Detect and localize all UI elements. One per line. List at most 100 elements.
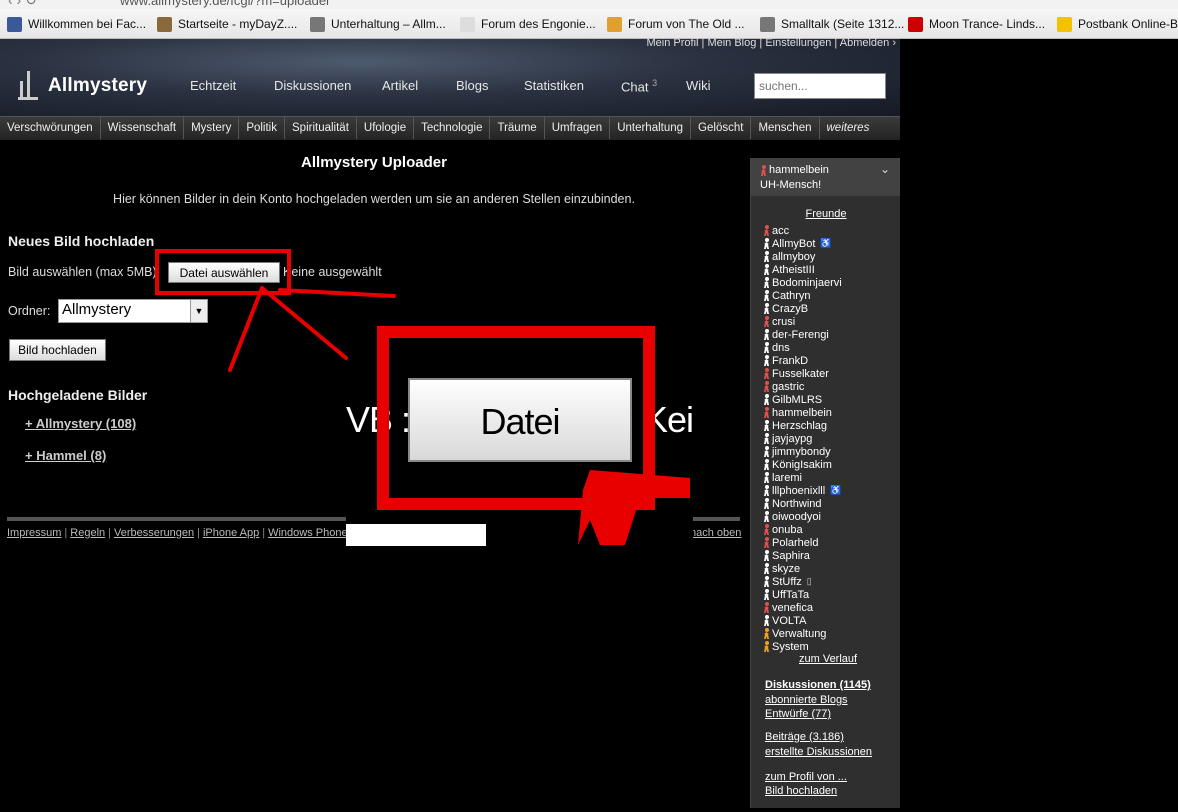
person-icon <box>763 225 770 236</box>
sidebar-link[interactable]: Bild hochladen <box>765 785 837 797</box>
friend-item[interactable]: AllmyBot ♿ <box>763 237 832 250</box>
friend-name: skyze <box>772 562 801 575</box>
friends-title[interactable]: Freunde <box>751 208 901 220</box>
person-icon <box>763 433 770 444</box>
sidebar-link[interactable]: Entwürfe (77) <box>765 708 831 720</box>
friend-item[interactable]: laremi <box>763 471 802 484</box>
history-link[interactable]: zum Verlauf <box>799 653 857 665</box>
friend-item[interactable]: AtheistIII <box>763 263 815 276</box>
friend-name: lllphoenixlll <box>772 484 826 497</box>
person-icon <box>763 459 770 470</box>
friend-name: acc <box>772 224 790 237</box>
friend-name: Northwind <box>772 497 822 510</box>
friend-name: GilbMLRS <box>772 393 823 406</box>
sidebar-link[interactable]: Beiträge (3.186) <box>765 731 844 743</box>
person-icon <box>763 563 770 574</box>
friend-name: AllmyBot <box>772 237 816 250</box>
friend-item[interactable]: UffTaTa <box>763 588 809 601</box>
person-icon <box>763 355 770 366</box>
friend-name: crusi <box>772 315 796 328</box>
chevron-down-icon[interactable]: ⌄ <box>880 162 890 177</box>
annotation-line-3 <box>278 288 396 298</box>
person-icon <box>763 576 770 587</box>
friend-name: gastric <box>772 380 805 393</box>
friend-item[interactable]: onuba <box>763 523 803 536</box>
friend-item[interactable]: Bodominjaervi <box>763 276 842 289</box>
friend-item[interactable]: der-Ferengi <box>763 328 829 341</box>
sidebar-link[interactable]: abonnierte Blogs <box>765 694 848 706</box>
friend-name: laremi <box>772 471 802 484</box>
friend-item[interactable]: lllphoenixlll ♿ <box>763 484 841 497</box>
friend-item[interactable]: FrankD <box>763 354 808 367</box>
sidebar-user-status: UH-Mensch! <box>760 179 822 191</box>
sidebar-link[interactable]: Diskussionen (1145) <box>765 679 871 691</box>
friend-item[interactable]: System <box>763 640 809 653</box>
friend-item[interactable]: Cathryn <box>763 289 811 302</box>
friend-item[interactable]: Herzschlag <box>763 419 827 432</box>
person-icon <box>763 381 770 392</box>
friend-item[interactable]: crusi <box>763 315 795 328</box>
friend-name: hammelbein <box>772 406 832 419</box>
friend-name: VOLTA <box>772 614 807 627</box>
friend-item[interactable]: Polarheld <box>763 536 818 549</box>
person-icon <box>763 498 770 509</box>
friend-item[interactable]: jimmybondy <box>763 445 831 458</box>
friend-item[interactable]: jayjaypg <box>763 432 812 445</box>
friend-item[interactable]: Verwaltung <box>763 627 826 640</box>
person-icon <box>763 446 770 457</box>
friend-name: Bodominjaervi <box>772 276 842 289</box>
friend-item[interactable]: VOLTA <box>763 614 806 627</box>
friend-name: KönigIsakim <box>772 458 832 471</box>
friend-status-icon: ♿ <box>830 485 842 495</box>
friend-name: oiwoodyoi <box>772 510 821 523</box>
friend-item[interactable]: StUffz ▯ <box>763 575 812 588</box>
friend-status-icon: ♿ <box>820 238 832 248</box>
person-icon <box>763 394 770 405</box>
friend-status-icon: ▯ <box>806 576 812 586</box>
friend-name: allmyboy <box>772 250 816 263</box>
friend-item[interactable]: GilbMLRS <box>763 393 822 406</box>
friend-item[interactable]: oiwoodyoi <box>763 510 821 523</box>
friend-item[interactable]: gastric <box>763 380 804 393</box>
person-icon <box>763 277 770 288</box>
sidebar-link[interactable]: zum Profil von ... <box>765 771 847 783</box>
sidebar-link[interactable]: erstellte Diskussionen <box>765 746 872 758</box>
person-icon <box>763 615 770 626</box>
friend-item[interactable]: acc <box>763 224 789 237</box>
person-icon <box>763 251 770 262</box>
friend-item[interactable]: hammelbein <box>763 406 832 419</box>
person-icon <box>763 602 770 613</box>
friend-item[interactable]: CrazyB <box>763 302 808 315</box>
sidebar-user-header[interactable]: hammelbein UH-Mensch! ⌄ <box>751 158 900 196</box>
annotation-line-2 <box>260 286 348 360</box>
friend-item[interactable]: skyze <box>763 562 800 575</box>
friend-name: FrankD <box>772 354 809 367</box>
annotation-arrows <box>228 286 690 545</box>
person-icon <box>763 550 770 561</box>
friend-name: der-Ferengi <box>772 328 829 341</box>
person-icon <box>763 537 770 548</box>
friend-name: Fusselkater <box>772 367 829 380</box>
friend-name: jimmybondy <box>772 445 831 458</box>
person-icon <box>763 589 770 600</box>
person-icon <box>763 342 770 353</box>
friend-item[interactable]: allmyboy <box>763 250 815 263</box>
friend-item[interactable]: KönigIsakim <box>763 458 832 471</box>
sidebar-username: hammelbein <box>769 164 829 176</box>
person-icon <box>763 485 770 496</box>
friend-name: Saphira <box>772 549 810 562</box>
person-icon <box>763 628 770 639</box>
friend-item[interactable]: venefica <box>763 601 813 614</box>
person-icon <box>763 264 770 275</box>
friend-item[interactable]: dns <box>763 341 790 354</box>
person-icon <box>763 420 770 431</box>
friend-item[interactable]: Northwind <box>763 497 822 510</box>
friend-item[interactable]: Saphira <box>763 549 810 562</box>
friend-name: onuba <box>772 523 803 536</box>
friend-item[interactable]: Fusselkater <box>763 367 829 380</box>
person-icon <box>763 407 770 418</box>
friend-name: venefica <box>772 601 813 614</box>
person-icon <box>763 511 770 522</box>
friend-name: StUffz <box>772 575 802 588</box>
friend-name: CrazyB <box>772 302 809 315</box>
